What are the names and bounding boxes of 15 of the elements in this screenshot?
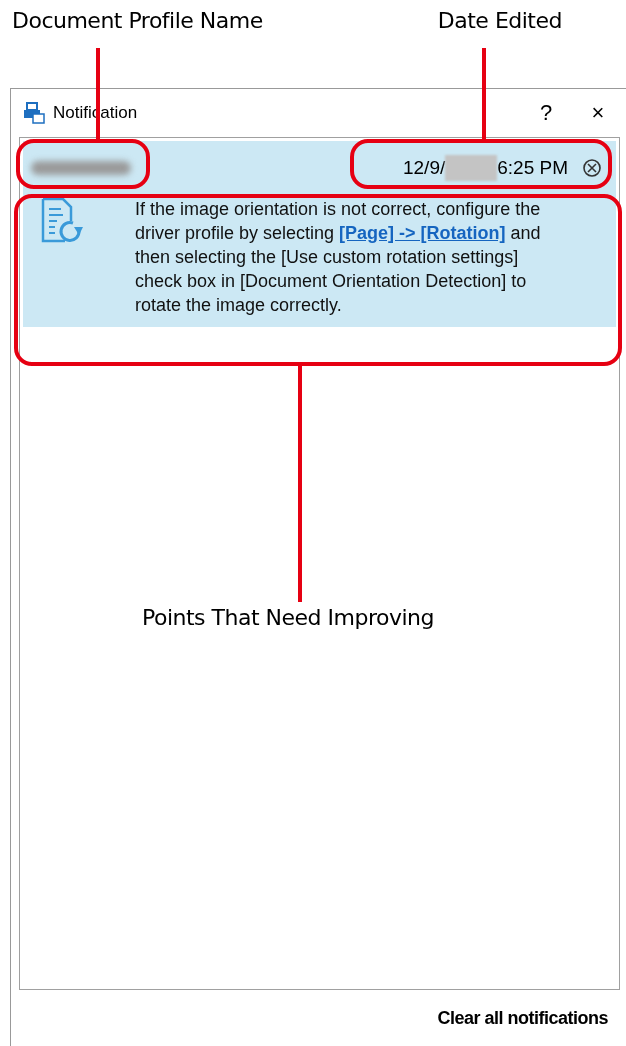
notification-message: If the image orientation is not correct, configure the driver profile by selecting [Page] -> [Rotation] and then selecting the [Use custom rotation settings] check box in [Document Orientation Detection] to rotate the image correctly. bbox=[135, 198, 542, 317]
scanner-icon bbox=[23, 102, 45, 124]
callout-label: Document Profile Name bbox=[12, 8, 263, 33]
document-rotate-icon bbox=[41, 197, 85, 243]
page-rotation-link[interactable]: [Page] -> [Rotation] bbox=[339, 223, 506, 243]
clear-all-button[interactable]: Clear all notifications bbox=[437, 1005, 608, 1031]
help-button[interactable]: ? bbox=[524, 95, 568, 131]
date-text: 12/9/ bbox=[402, 157, 446, 179]
dismiss-icon[interactable] bbox=[582, 158, 602, 178]
notification-item[interactable] bbox=[23, 141, 616, 327]
redacted-date bbox=[445, 155, 498, 181]
callout-label: Date Edited bbox=[437, 8, 562, 33]
close-button[interactable]: × bbox=[576, 95, 620, 131]
time-text: 6:25 PM bbox=[497, 157, 568, 179]
callout-label: Points That Need Improving bbox=[142, 605, 434, 630]
